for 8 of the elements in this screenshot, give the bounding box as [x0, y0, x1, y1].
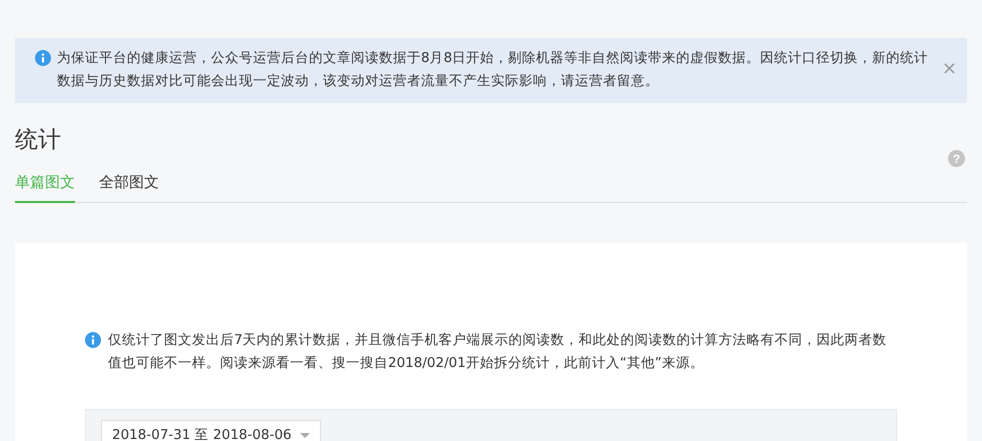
- tab[interactable]: 单篇图文: [15, 169, 75, 203]
- info-text: 仅统计了图文发出后7天内的累计数据，并且微信手机客户端展示的阅读数，和此处的阅读数的计算方法略有不同，因此两者数值也可能不一样。阅读来源看一看、搜一搜自2018/02/01开始拆分统计，此前计入“其他”来源。: [108, 331, 888, 373]
- close-button[interactable]: ×: [942, 59, 957, 79]
- help-button[interactable]: ?: [948, 150, 965, 167]
- page-title: 统计: [15, 126, 62, 155]
- tab[interactable]: 全部图文: [99, 169, 159, 203]
- notice-text: 为保证平台的健康运营，公众号运营后台的文章阅读数据于8月8日开始，剔除机器等非自然阅读带来的虚假数据。因统计口径切换，新的统计数据与历史数据对比可能会出现一定波动，该变动对运营者流量不产生实际影响，请运营者留意。: [57, 49, 930, 91]
- date-range-dropdown[interactable]: 2018-07-31 至 2018-08-06: [101, 420, 320, 441]
